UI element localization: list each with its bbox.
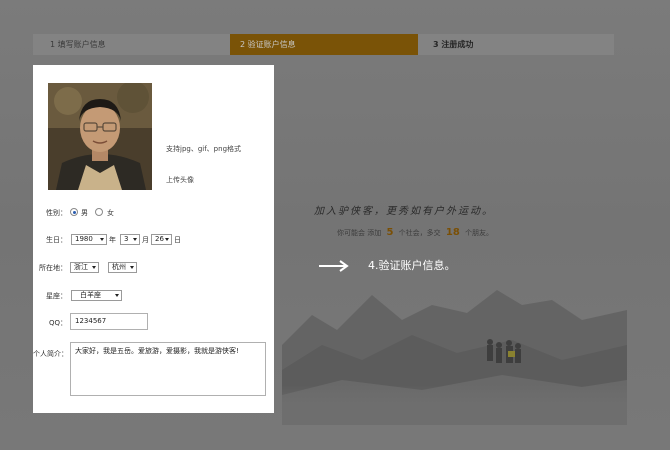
zodiac-label: 星座： — [46, 292, 67, 300]
step-3-label: 3 注册成功 — [433, 40, 474, 49]
gender-male-radio[interactable] — [70, 208, 78, 216]
arrow-right-icon — [319, 260, 349, 272]
chevron-down-icon — [165, 238, 169, 241]
zodiac-select[interactable]: 白羊座 — [71, 290, 122, 301]
chevron-down-icon — [115, 294, 119, 297]
stats-mid-1: 添加 — [367, 229, 382, 237]
birth-month-select[interactable]: 3 — [120, 234, 140, 245]
annotation-text: 4.验证账户信息。 — [368, 259, 456, 272]
chevron-down-icon — [133, 238, 137, 241]
step-1-label: 1 填写账户信息 — [50, 40, 106, 49]
registration-steps: 1 填写账户信息 2 验证账户信息 3 注册成功 — [33, 34, 614, 55]
qq-label: QQ： — [48, 319, 67, 327]
province-value: 浙江 — [74, 263, 88, 271]
avatar — [48, 83, 152, 190]
stats-number-1: 5 — [386, 227, 394, 238]
bio-textarea[interactable]: 大家好，我是五岳。爱旅游，爱摄影，我就是游侠客! — [70, 342, 266, 396]
city-select[interactable]: 杭州 — [108, 262, 137, 273]
birth-year-value: 1980 — [75, 235, 93, 243]
step-3: 3 注册成功 — [418, 34, 614, 55]
chevron-down-icon — [130, 266, 134, 269]
gender-female-label: 女 — [107, 209, 114, 217]
step-2-label: 2 验证账户信息 — [240, 40, 296, 49]
chevron-down-icon — [100, 238, 104, 241]
gender-label: 性别： — [46, 209, 67, 217]
stats-prefix: 你可能会 — [337, 229, 365, 237]
bio-label: 个人简介： — [33, 350, 68, 358]
gender-male-label: 男 — [81, 209, 88, 217]
year-unit: 年 — [109, 236, 116, 244]
location-label: 所在地： — [39, 264, 67, 272]
upload-avatar-link[interactable]: 上传头像 — [166, 175, 194, 185]
promo-area: 加入驴侠客，更秀如有户外运动。 你可能会 添加 5 个社会，多交 18 个朋友。 — [282, 180, 627, 425]
step-2: 2 验证账户信息 — [230, 34, 420, 55]
step-1: 1 填写账户信息 — [33, 34, 230, 55]
stats-mid-2: 个社会，多交 — [398, 229, 441, 237]
birth-month-value: 3 — [124, 235, 129, 243]
avatar-format-hint: 支持jpg、gif、png格式 — [166, 145, 242, 153]
birthday-label: 生日： — [46, 236, 67, 244]
profile-panel: 支持jpg、gif、png格式 上传头像 性别： 男 女 生日： 1980 年 … — [33, 65, 274, 413]
avatar-photo — [48, 83, 152, 190]
zodiac-value: 白羊座 — [80, 291, 101, 299]
gender-female-radio[interactable] — [95, 208, 103, 216]
mountain-hikers-image — [282, 290, 627, 425]
promo-slogan: 加入驴侠客，更秀如有户外运动。 — [314, 206, 494, 217]
stats-number-2: 18 — [445, 227, 460, 238]
chevron-down-icon — [92, 266, 96, 269]
day-unit: 日 — [174, 236, 181, 244]
province-select[interactable]: 浙江 — [70, 262, 99, 273]
promo-stats: 你可能会 添加 5 个社会，多交 18 个朋友。 — [337, 227, 567, 238]
qq-input[interactable]: 1234567 — [70, 313, 148, 330]
month-unit: 月 — [142, 236, 149, 244]
birth-year-select[interactable]: 1980 — [71, 234, 107, 245]
birth-day-select[interactable]: 26 — [151, 234, 172, 245]
birth-day-value: 26 — [155, 235, 164, 243]
city-value: 杭州 — [112, 263, 126, 271]
stats-suffix: 个朋友。 — [465, 229, 494, 237]
